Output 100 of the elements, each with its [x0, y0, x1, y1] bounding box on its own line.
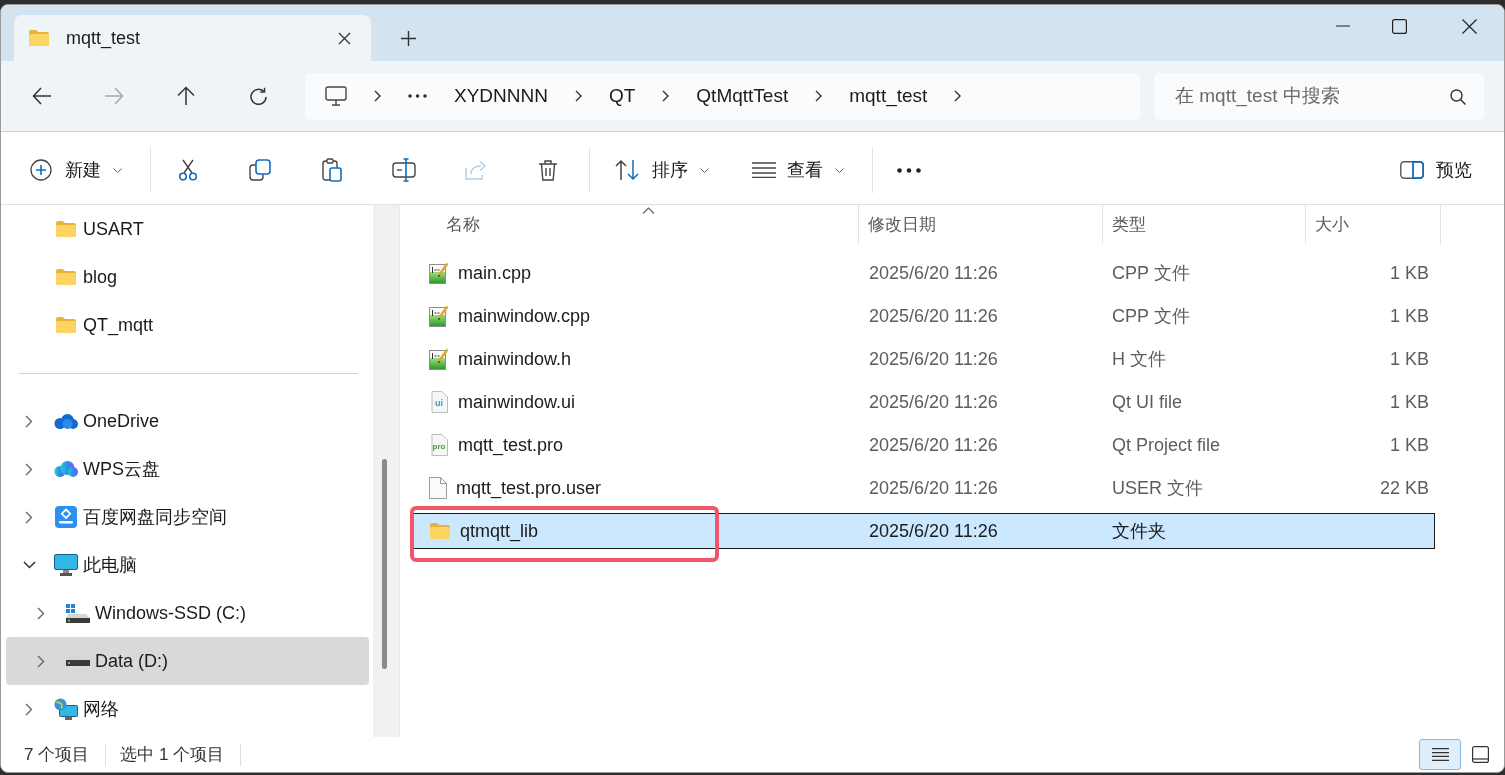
- breadcrumb-item[interactable]: XYDNNNN: [454, 85, 548, 107]
- column-header[interactable]: 修改日期: [859, 205, 1103, 244]
- plus-icon[interactable]: [401, 30, 416, 46]
- modified-date: 2025/6/20 11:26: [869, 348, 998, 369]
- chevron-right-icon[interactable]: [662, 90, 670, 102]
- scrollbar-thumb[interactable]: [382, 459, 387, 669]
- sidebar-item[interactable]: Data (D:): [6, 637, 369, 685]
- modified-date: 2025/6/20 11:26: [869, 305, 998, 326]
- plus-circle-icon: [30, 159, 52, 181]
- file-size: 1 KB: [1389, 391, 1429, 413]
- breadcrumb-item[interactable]: mqtt_test: [849, 85, 928, 107]
- panel-icon: [1400, 161, 1424, 179]
- file-name: mqtt_test.pro.user: [456, 477, 602, 499]
- modified-date: 2025/6/20 11:26: [869, 434, 998, 455]
- modified-date: 2025/6/20 11:26: [869, 520, 998, 541]
- monitor-icon[interactable]: [325, 86, 347, 106]
- file-type: Qt UI file: [1112, 391, 1182, 412]
- file-row[interactable]: mainwindow.h 2025/6/20 11:26 H 文件 1 KB: [413, 341, 1435, 377]
- notepad-pencil-icon: [429, 348, 449, 370]
- view-button[interactable]: 查看: [741, 148, 854, 192]
- file-row[interactable]: pro mqtt_test.pro 2025/6/20 11:26 Qt Project file 1 KB: [413, 427, 1435, 463]
- chevron-right-icon[interactable]: [815, 90, 823, 102]
- file-size: 1 KB: [1389, 348, 1429, 370]
- file-icon: pro: [429, 434, 449, 456]
- column-header[interactable]: 大小: [1306, 205, 1441, 244]
- refresh-icon[interactable]: [248, 86, 268, 106]
- close-icon[interactable]: [338, 31, 351, 45]
- sidebar-item[interactable]: USART: [6, 205, 369, 253]
- text-cursor-icon[interactable]: [392, 158, 416, 182]
- folder-icon: [55, 268, 77, 286]
- tab[interactable]: mqtt_test: [14, 15, 371, 61]
- column-header[interactable]: 类型: [1103, 205, 1306, 244]
- file-type: H 文件: [1112, 349, 1166, 369]
- sort-button[interactable]: 排序: [604, 148, 719, 192]
- chevron-right-icon[interactable]: [25, 702, 33, 716]
- file-name: mainwindow.ui: [458, 391, 576, 413]
- more-icon[interactable]: [408, 94, 427, 98]
- chevron-right-icon[interactable]: [574, 90, 582, 102]
- copy-icon[interactable]: [249, 159, 271, 181]
- item-count: 7 个项目: [24, 744, 90, 766]
- file-size: 1 KB: [1389, 434, 1429, 456]
- file-row[interactable]: ui mainwindow.ui 2025/6/20 11:26 Qt UI file 1 KB: [413, 384, 1435, 420]
- scrollbar-track[interactable]: [373, 205, 399, 737]
- chevron-right-icon[interactable]: [25, 462, 33, 476]
- column-header[interactable]: 名称: [413, 205, 859, 244]
- chevron-right-icon[interactable]: [954, 90, 962, 102]
- sync-tile-icon: [55, 506, 77, 528]
- file-size: 1 KB: [1389, 305, 1429, 327]
- file-name: mainwindow.cpp: [458, 305, 591, 327]
- file-row[interactable]: qtmqtt_lib 2025/6/20 11:26 文件夹: [413, 513, 1435, 549]
- modified-date: 2025/6/20 11:26: [869, 477, 998, 498]
- breadcrumb-item[interactable]: QtMqttTest: [696, 85, 789, 107]
- file-size: 1 KB: [1389, 262, 1429, 284]
- file-name: main.cpp: [458, 262, 532, 284]
- chevron-right-icon[interactable]: [25, 414, 33, 428]
- chevron-right-icon[interactable]: [374, 90, 381, 102]
- file-type: CPP 文件: [1112, 306, 1190, 326]
- scissors-icon[interactable]: [178, 159, 198, 181]
- sidebar-item[interactable]: WPS云盘: [6, 445, 369, 493]
- address-bar[interactable]: XYDNNNN QT QtMqttTest mqtt_test: [305, 72, 1140, 120]
- up-arrow-icon[interactable]: [177, 86, 195, 106]
- file-type: Qt Project file: [1112, 434, 1221, 455]
- file-name: qtmqtt_lib: [460, 520, 539, 542]
- file-row[interactable]: mainwindow.cpp 2025/6/20 11:26 CPP 文件 1 KB: [413, 298, 1435, 334]
- file-type: 文件夹: [1112, 521, 1166, 541]
- sidebar-item[interactable]: 百度网盘同步空间: [6, 493, 369, 541]
- square-icon: [1472, 746, 1489, 763]
- caret-icon: [113, 167, 122, 173]
- preview-button[interactable]: 预览: [1389, 148, 1482, 192]
- left-arrow-icon[interactable]: [32, 87, 52, 105]
- maximize-icon[interactable]: [1391, 18, 1407, 34]
- chevron-right-icon[interactable]: [37, 606, 45, 620]
- file-row[interactable]: main.cpp 2025/6/20 11:26 CPP 文件 1 KB: [413, 255, 1435, 291]
- list-view-button[interactable]: [1419, 739, 1461, 770]
- monitor-icon: [54, 554, 78, 576]
- file-row[interactable]: mqtt_test.pro.user 2025/6/20 11:26 USER 文件 22 KB: [413, 470, 1435, 506]
- sidebar-item[interactable]: blog: [6, 253, 369, 301]
- folder-icon: [55, 316, 77, 334]
- sidebar-item[interactable]: OneDrive: [6, 397, 369, 445]
- sidebar-item[interactable]: 此电脑: [6, 541, 369, 589]
- file-size: 22 KB: [1379, 477, 1429, 499]
- more-icon[interactable]: [897, 167, 921, 173]
- sidebar-item[interactable]: Windows-SSD (C:): [6, 589, 369, 637]
- sidebar-item[interactable]: 网络: [6, 685, 369, 733]
- folder-icon: [28, 29, 50, 47]
- trash-icon[interactable]: [538, 159, 558, 181]
- close-icon[interactable]: [1461, 18, 1477, 34]
- clipboard-icon[interactable]: [322, 158, 342, 182]
- chevron-down-icon[interactable]: [22, 561, 36, 569]
- new-button[interactable]: 新建: [19, 148, 132, 192]
- selection-count: 选中 1 个项目: [120, 744, 225, 766]
- chevron-right-icon[interactable]: [25, 510, 33, 524]
- search-icon[interactable]: [1450, 88, 1466, 105]
- breadcrumb-item[interactable]: QT: [608, 85, 636, 107]
- cloud-icon: [54, 461, 78, 477]
- search-field[interactable]: 在 mqtt_test 中搜索: [1154, 72, 1484, 120]
- caret-icon: [835, 167, 844, 173]
- cloud-icon: [54, 413, 78, 429]
- sidebar-item[interactable]: QT_mqtt: [6, 301, 369, 349]
- file-type: CPP 文件: [1112, 263, 1190, 283]
